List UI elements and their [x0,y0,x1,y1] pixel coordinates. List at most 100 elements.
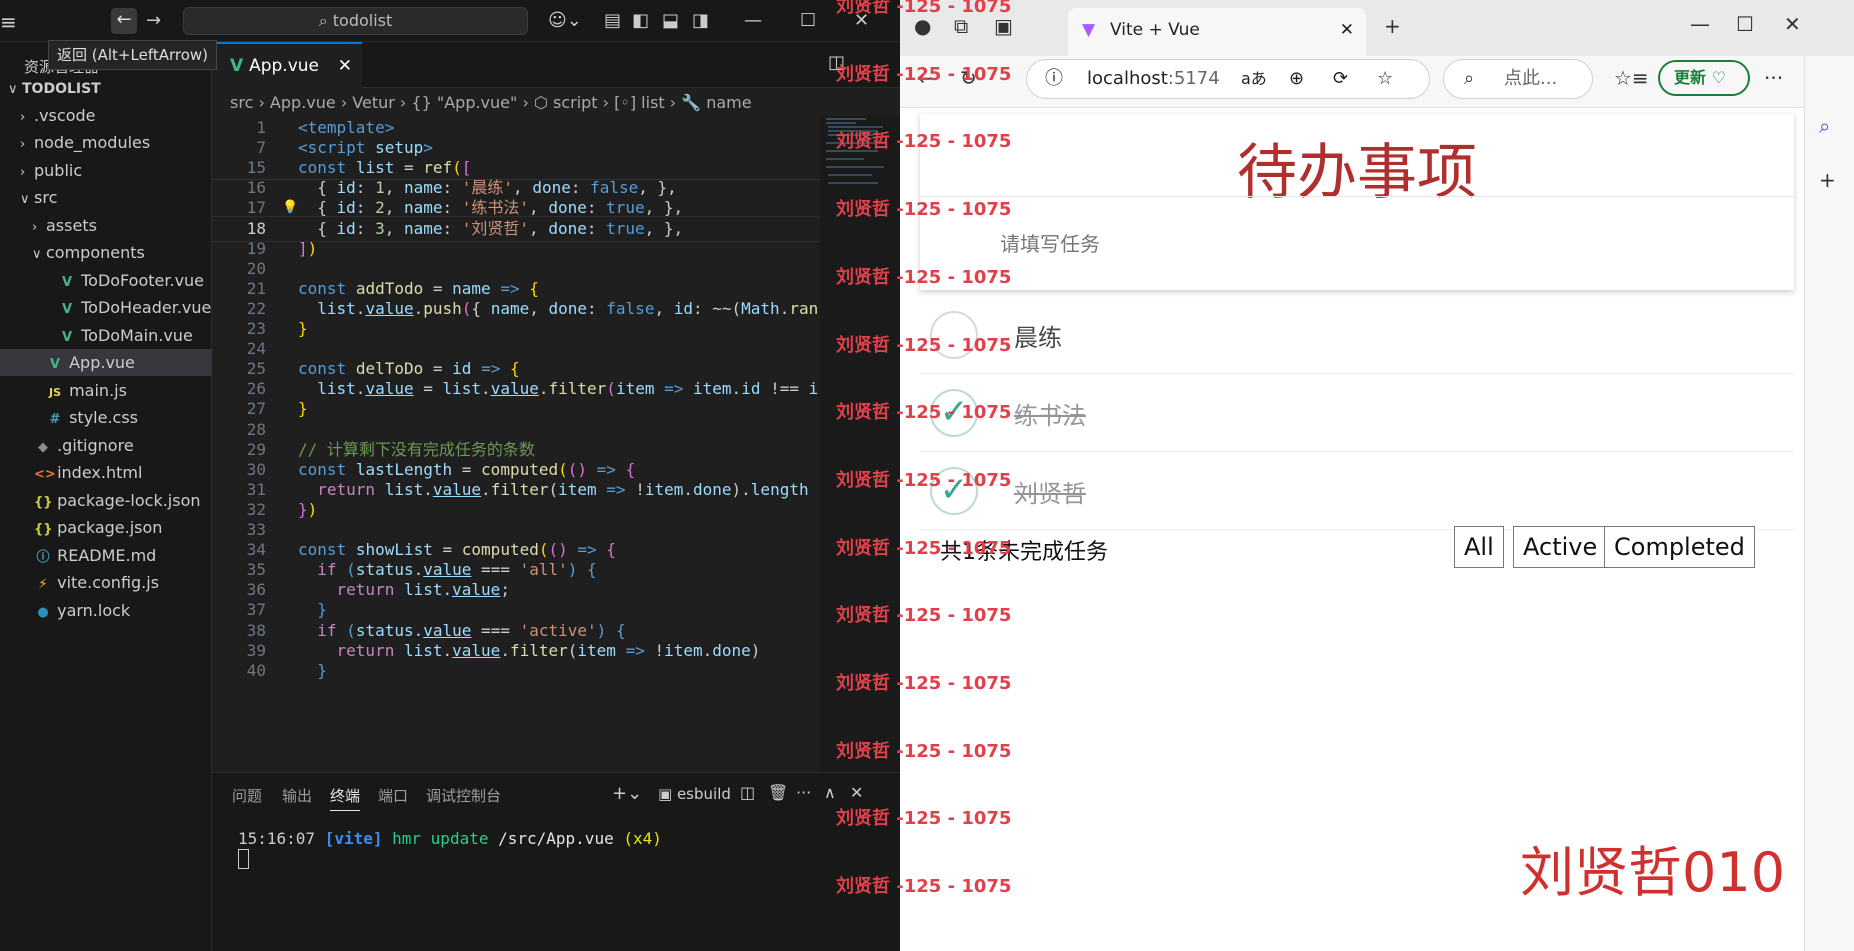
chevron-right-icon: › [32,219,38,235]
info-icon: ⓘ [1045,68,1063,89]
toggle-secondary-sidebar-icon[interactable]: ◨ [692,0,709,42]
watermark-text: 刘贤哲 -125 - 1075 [836,673,1012,694]
favorite-star-icon[interactable]: ☆ [1377,60,1393,98]
filter-completed-button[interactable]: Completed [1604,526,1755,568]
tree-item[interactable]: V ToDoMain.vue [0,322,212,349]
chevron-down-icon: ∨ [8,82,18,97]
command-search-box[interactable]: ⌕ todolist [183,7,528,35]
tree-item[interactable]: # style.css [0,404,212,431]
zoom-icon[interactable]: ⊕ [1289,60,1304,98]
copilot-icon[interactable]: ⟳ [1333,60,1348,98]
tree-item[interactable]: › assets [0,212,212,239]
watermark-text: 刘贤哲 -125 - 1075 [836,876,1012,898]
favorites-icon[interactable]: ☆≡ [1614,66,1649,90]
info-file-icon: ⓘ [36,549,50,565]
tree-item-label: index.html [57,463,143,482]
address-bar[interactable]: ⓘ localhost:5174 aあ ⊕ ⟳ ☆ [1026,59,1430,99]
menu-icon[interactable]: ≡ [0,10,22,34]
tree-item[interactable]: › public [0,157,212,184]
back-arrow-icon[interactable]: ← [111,8,137,34]
line-number: 40 [246,660,266,680]
yarn-file-icon: ● [37,604,49,620]
tree-item[interactable]: V ToDoHeader.vue [0,294,212,321]
code-editor[interactable]: 1 <template> 7 <script setup> 15 const list =… [212,116,820,772]
bottom-panel: +⌄ ▣ esbuild ◫ 🗑 ··· ∧ ✕ 15:16:07 [vite]… [212,772,900,951]
tree-item[interactable]: {} package-lock.json [0,487,212,514]
close-tab-icon[interactable]: ✕ [338,44,352,88]
tree-item[interactable]: JS main.js [0,377,212,404]
todo-header-card: 待办事项 请填写任务 [920,114,1794,290]
panel-tab[interactable]: 端口 [378,785,408,806]
new-tab-icon[interactable]: + [1384,14,1401,38]
terminal-name[interactable]: ▣ esbuild [658,785,731,803]
panel-tab[interactable]: 终端 [330,785,361,811]
filter-active-button[interactable]: Active [1513,526,1608,568]
json-file-icon: {} [34,494,53,510]
breadcrumb[interactable]: src › App.vue › Vetur › {} "App.vue" › ⬡… [230,90,752,116]
tree-item[interactable]: V App.vue [0,349,212,376]
task-input[interactable]: 请填写任务 [920,196,1794,290]
tree-item[interactable]: ∨ TODOLIST [0,74,212,101]
watermark-text: 刘贤哲 -125 - 1075 [836,0,1012,17]
git-file-icon: ◆ [38,439,48,455]
vue-file-icon: V [61,302,73,317]
filter-all-button[interactable]: All [1454,526,1504,568]
add-icon[interactable]: + [1819,168,1836,192]
tree-item[interactable]: › .vscode [0,102,212,129]
code-line[interactable]: 40 } [212,659,820,683]
minimize-icon[interactable]: — [744,0,762,42]
panel-tab[interactable]: 问题 [232,785,262,806]
trash-icon[interactable]: 🗑 [768,783,788,802]
todo-item[interactable]: 晨练 [920,296,1794,374]
chevron-right-icon: › [20,109,26,125]
read-aloud-icon[interactable]: aあ [1241,60,1267,98]
tree-item[interactable]: ⚡ vite.config.js [0,569,212,596]
maximize-panel-icon[interactable]: ∧ [824,783,836,802]
browser-tab[interactable]: ▼ Vite + Vue ✕ [1068,8,1366,56]
todo-item[interactable]: ✓ 刘贤哲 [920,452,1794,530]
terminal-path: /src/App.vue [498,829,614,848]
close-panel-icon[interactable]: ✕ [850,783,863,802]
todo-item[interactable]: ✓ 练书法 [920,374,1794,452]
browser-search-box[interactable]: ⌕ 点此... [1443,59,1593,99]
add-terminal-icon[interactable]: +⌄ [612,783,642,804]
toggle-panel-icon[interactable]: ⬓ [662,0,679,42]
search-icon: ⌕ [318,11,333,30]
minimize-icon[interactable]: — [1690,12,1710,36]
watermark-text: 刘贤哲 -125 - 1075 [836,808,1012,830]
tree-item-label: .vscode [34,105,96,125]
tree-item[interactable]: ∨ src [0,184,212,211]
maximize-icon[interactable]: ☐ [1736,12,1754,36]
terminal-output[interactable]: 15:16:07 [vite] hmr update /src/App.vue … [238,829,662,848]
more-icon[interactable]: ··· [796,783,811,802]
web-page: 待办事项 请填写任务 共1条未完成任务 刘贤哲010 晨练 ✓ 练书法 ✓ 刘贤哲 All… [900,108,1804,951]
tree-item[interactable]: ∨ components [0,239,212,266]
tree-item[interactable]: ● yarn.lock [0,597,212,624]
update-button[interactable]: 更新 ♡ [1658,60,1750,96]
update-label: 更新 [1674,68,1707,87]
address-port: :5174 [1167,68,1220,89]
editor-tab-bar: V App.vue ✕ ◫ [212,42,900,88]
chevron-down-icon: ∨ [32,247,42,262]
maximize-icon[interactable]: ☐ [800,0,816,42]
layout-icon[interactable]: ▤ [604,0,621,42]
tree-item[interactable]: {} package.json [0,514,212,541]
toggle-sidebar-icon[interactable]: ◧ [632,0,649,42]
panel-tab[interactable]: 输出 [282,785,312,806]
tree-item[interactable]: ◆ .gitignore [0,432,212,459]
chevron-right-icon: › [20,137,26,152]
more-icon[interactable]: ··· [1764,66,1783,90]
forward-arrow-icon[interactable]: → [146,0,161,42]
split-terminal-icon[interactable]: ◫ [740,783,755,802]
tree-item[interactable]: › node_modules [0,129,212,156]
panel-tab[interactable]: 调试控制台 [426,785,501,806]
copilot-icon[interactable]: ☺⌄ [548,0,582,42]
tree-item[interactable]: <> index.html [0,459,212,486]
tab-app-vue[interactable]: V App.vue ✕ [212,42,362,88]
close-icon[interactable]: ✕ [1784,12,1801,36]
tree-item[interactable]: ⓘ README.md [0,542,212,569]
tree-item[interactable]: V ToDoFooter.vue [0,267,212,294]
close-tab-icon[interactable]: ✕ [1340,8,1354,52]
watermark-text: 刘贤哲 -125 - 1075 [836,402,1012,424]
search-icon[interactable]: ⌕ [1819,114,1830,138]
